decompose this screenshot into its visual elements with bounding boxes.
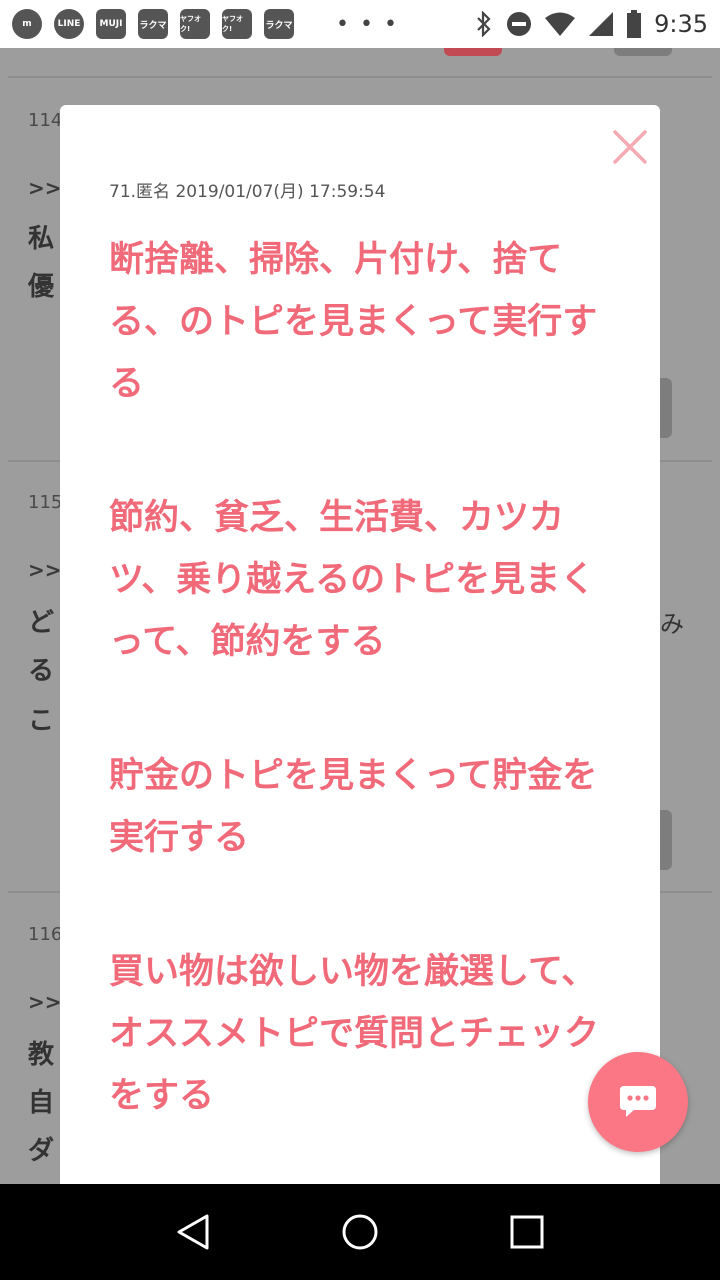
reply-marker: >> (28, 558, 62, 582)
rakuma-icon: ラクマ (264, 9, 294, 39)
signal-icon (589, 12, 614, 36)
bluetooth-icon (477, 11, 491, 37)
comment-number: 116 (28, 924, 63, 945)
back-button[interactable] (163, 1202, 223, 1262)
comment-body: 断捨離、掃除、片付け、捨てる、のトピを見まくって実行する 節約、貧乏、生活費、カ… (109, 229, 609, 1199)
yahuoku-icon: ヤフオク! (222, 9, 252, 39)
close-button[interactable] (610, 127, 650, 167)
rakuma-icon: ラクマ (138, 9, 168, 39)
battery-icon (627, 10, 642, 38)
comment-meta: 71.匿名 2019/01/07(月) 17:59:54 (109, 182, 386, 202)
navigation-bar (0, 1184, 720, 1280)
muji-icon: MUJI (96, 9, 126, 39)
clock: 9:35 (654, 10, 708, 38)
comment-paragraph: 節約、貧乏、生活費、カツカツ、乗り越えるのトピを見まくって、節約をする (109, 498, 596, 662)
yahuoku-icon: ヤフオク! (180, 9, 210, 39)
comment-fab-button[interactable] (588, 1052, 688, 1152)
mercari-icon: m (12, 9, 42, 39)
comment-number: 114 (28, 110, 63, 131)
status-bar: m LINE MUJI ラクマ ヤフオク! ヤフオク! ラクマ • • • 9:… (0, 0, 720, 48)
back-icon (177, 1214, 209, 1250)
comment-number: 115 (28, 492, 63, 513)
comment-paragraph: 買い物は欲しい物を厳選して、オススメトピで質問とチェックをする (109, 952, 600, 1116)
reply-marker: >> (28, 176, 62, 200)
comment-paragraph: 貯金のトピを見まくって貯金を実行する (109, 756, 598, 858)
chat-bubble-icon (620, 1086, 656, 1117)
comment-text: み (660, 610, 684, 638)
comment-text: ど (28, 608, 55, 638)
close-icon (613, 130, 647, 164)
comment-text: 優 (28, 272, 55, 302)
notification-icons: m LINE MUJI ラクマ ヤフオク! ヤフオク! ラクマ (12, 9, 294, 39)
divider (8, 76, 712, 78)
comment-text: 自 (28, 1088, 55, 1118)
line-icon: LINE (54, 9, 84, 39)
more-notifications-icon: • • • (336, 11, 399, 37)
system-icons: 9:35 (474, 10, 708, 38)
comment-text: こ (28, 706, 55, 736)
wifi-icon (545, 12, 576, 36)
background-button (444, 48, 502, 56)
comment-modal: 71.匿名 2019/01/07(月) 17:59:54 断捨離、掃除、片付け、… (60, 105, 660, 1205)
recents-button[interactable] (497, 1202, 557, 1262)
comment-paragraph: 断捨離、掃除、片付け、捨てる、のトピを見まくって実行する (109, 240, 598, 404)
home-button[interactable] (330, 1202, 390, 1262)
home-icon (342, 1214, 378, 1250)
comment-text: る (28, 656, 55, 686)
reply-marker: >> (28, 990, 62, 1014)
comment-text: 教 (28, 1040, 55, 1070)
do-not-disturb-icon (507, 12, 532, 36)
background-button (614, 48, 672, 56)
recents-icon (510, 1215, 544, 1249)
comment-text: ダ (28, 1136, 55, 1166)
comment-text: 私 (28, 224, 55, 254)
